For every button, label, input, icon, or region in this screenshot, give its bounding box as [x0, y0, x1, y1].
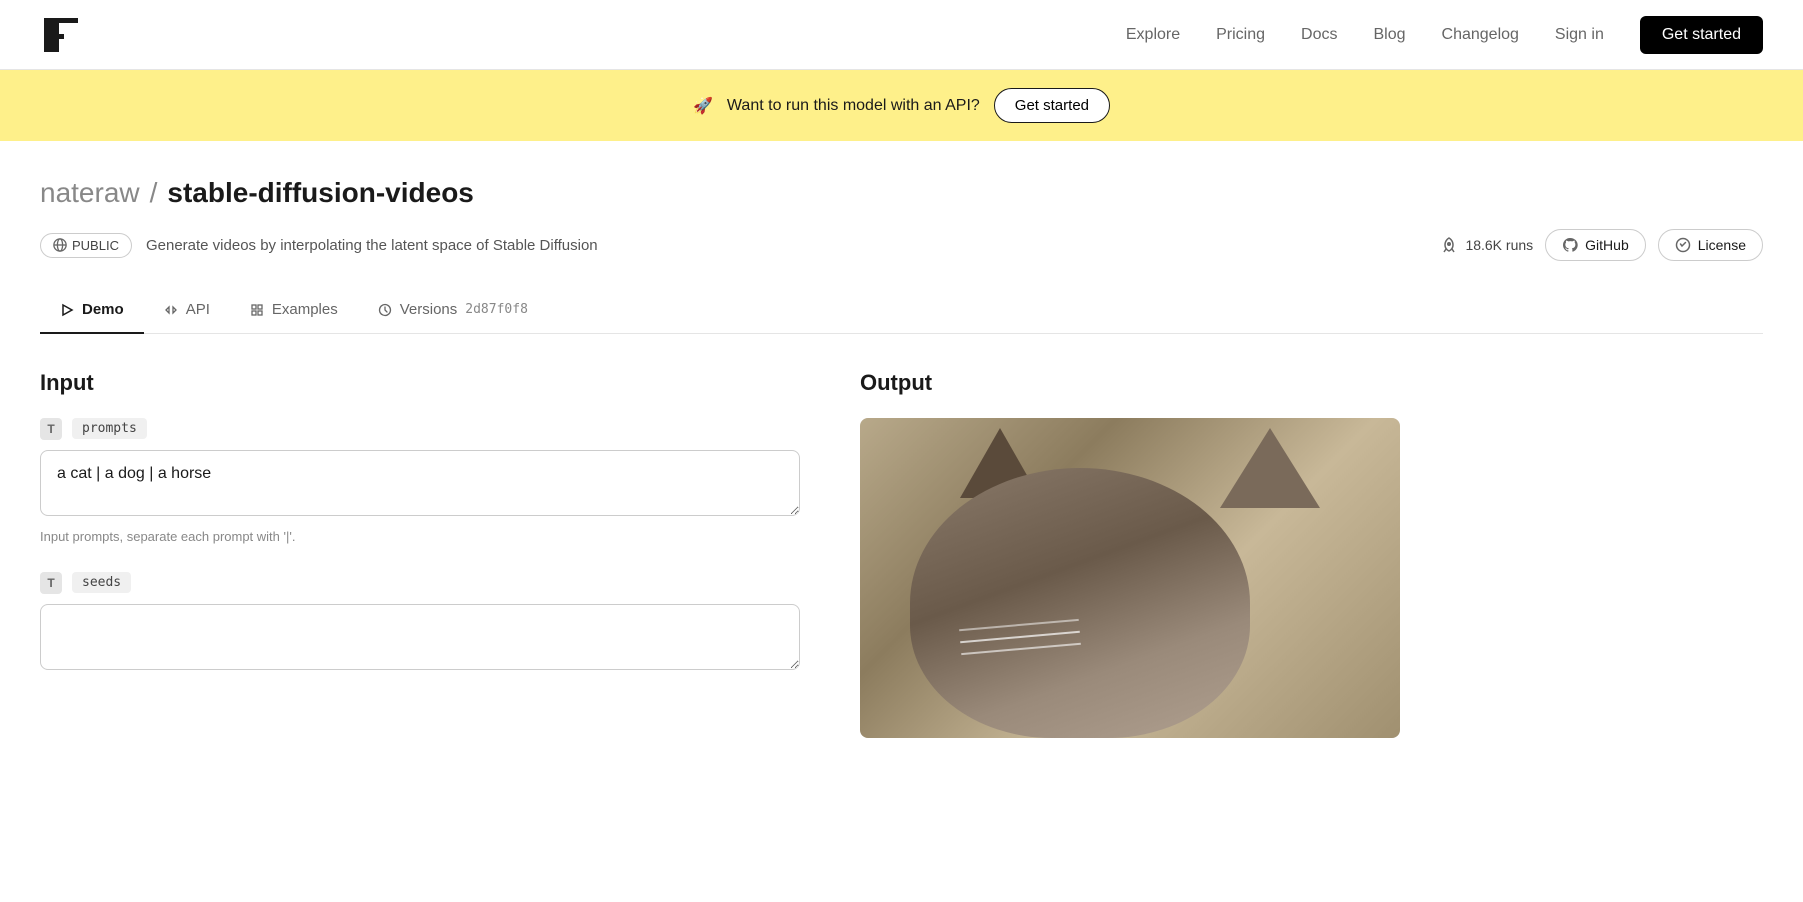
cat-whiskers: [960, 630, 1080, 642]
logo[interactable]: [40, 14, 82, 56]
output-title: Output: [860, 370, 1763, 396]
visibility-label: PUBLIC: [72, 238, 119, 253]
nav-links: Explore Pricing Docs Blog Changelog Sign…: [1126, 16, 1763, 54]
banner-get-started-button[interactable]: Get started: [994, 88, 1110, 123]
seeds-input[interactable]: [40, 604, 800, 670]
tab-examples-label: Examples: [272, 301, 338, 318]
prompts-input[interactable]: [40, 450, 800, 516]
banner-text: Want to run this model with an API?: [727, 97, 980, 115]
seeds-field-name: seeds: [72, 572, 131, 593]
tab-demo-label: Demo: [82, 301, 124, 318]
nav-get-started-button[interactable]: Get started: [1640, 16, 1763, 54]
output-panel: Output: [860, 370, 1763, 738]
tabs: Demo API Examples Versions 2d87f: [40, 289, 1763, 334]
globe-icon: [53, 238, 67, 252]
rocket-icon: [1440, 236, 1458, 254]
github-button[interactable]: GitHub: [1545, 229, 1646, 261]
tab-api-label: API: [186, 301, 210, 318]
cat-head-shape: [910, 468, 1250, 738]
examples-icon: [250, 303, 264, 317]
nav-signin[interactable]: Sign in: [1555, 26, 1604, 44]
api-icon: [164, 303, 178, 317]
nav-changelog[interactable]: Changelog: [1442, 26, 1519, 44]
clock-icon: [378, 303, 392, 317]
breadcrumb-separator: /: [150, 177, 158, 209]
model-meta-right: 18.6K runs GitHub License: [1440, 229, 1763, 261]
model-meta-left: PUBLIC Generate videos by interpolating …: [40, 233, 598, 258]
tab-demo[interactable]: Demo: [40, 289, 144, 334]
input-panel: Input T prompts Input prompts, separate …: [40, 370, 800, 738]
nav-explore[interactable]: Explore: [1126, 26, 1180, 44]
visibility-badge: PUBLIC: [40, 233, 132, 258]
prompts-type-icon: T: [40, 418, 62, 440]
nav-pricing[interactable]: Pricing: [1216, 26, 1265, 44]
navbar: Explore Pricing Docs Blog Changelog Sign…: [0, 0, 1803, 70]
license-button[interactable]: License: [1658, 229, 1763, 261]
prompts-field-name: prompts: [72, 418, 147, 439]
output-image-container: [860, 418, 1400, 738]
breadcrumb-model[interactable]: stable-diffusion-videos: [167, 177, 473, 209]
tab-examples[interactable]: Examples: [230, 289, 358, 334]
nav-docs[interactable]: Docs: [1301, 26, 1337, 44]
runs-count: 18.6K runs: [1440, 236, 1533, 254]
api-banner: 🚀 Want to run this model with an API? Ge…: [0, 70, 1803, 141]
license-icon: [1675, 237, 1691, 253]
cat-ear-right-shape: [1220, 428, 1320, 508]
input-title: Input: [40, 370, 800, 396]
breadcrumb-owner[interactable]: nateraw: [40, 177, 140, 209]
runs-label: 18.6K runs: [1465, 237, 1533, 253]
github-icon: [1562, 237, 1578, 253]
main-content: Input T prompts Input prompts, separate …: [40, 370, 1763, 738]
model-description: Generate videos by interpolating the lat…: [146, 237, 598, 254]
banner-emoji: 🚀: [693, 96, 713, 116]
breadcrumb: nateraw / stable-diffusion-videos: [40, 177, 1763, 209]
prompts-label-row: T prompts: [40, 418, 800, 440]
tab-versions-label: Versions: [400, 301, 458, 318]
seeds-label-row: T seeds: [40, 572, 800, 594]
model-meta: PUBLIC Generate videos by interpolating …: [40, 229, 1763, 261]
tab-versions-hash: 2d87f0f8: [465, 302, 528, 317]
seeds-type-icon: T: [40, 572, 62, 594]
play-icon: [60, 303, 74, 317]
page-content: nateraw / stable-diffusion-videos PUBLIC…: [0, 141, 1803, 738]
tab-api[interactable]: API: [144, 289, 230, 334]
output-image: [860, 418, 1400, 738]
prompts-hint: Input prompts, separate each prompt with…: [40, 529, 800, 544]
github-label: GitHub: [1585, 237, 1629, 253]
license-label: License: [1698, 237, 1746, 253]
tab-versions[interactable]: Versions 2d87f0f8: [358, 289, 548, 334]
nav-blog[interactable]: Blog: [1373, 26, 1405, 44]
